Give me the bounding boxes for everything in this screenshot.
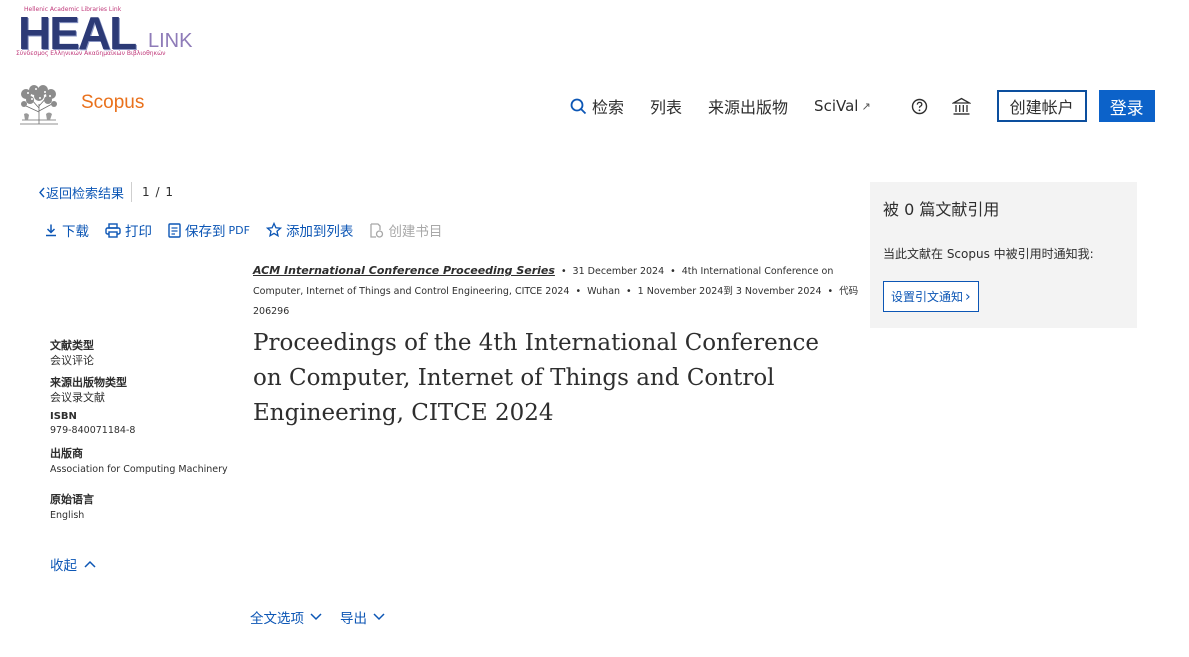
bibliography-icon [370, 222, 384, 238]
save-to-pdf-button[interactable]: 保存到 PDF [168, 220, 250, 240]
collapse-label: 收起 [50, 558, 77, 574]
nav-search-label: 检索 [592, 98, 625, 117]
back-to-results-link[interactable]: 返回检索结果 [38, 183, 124, 202]
elsevier-tree-icon[interactable] [16, 84, 62, 126]
collapse-metadata-button[interactable]: 收起 [50, 554, 96, 574]
cited-by-panel: 被 0 篇文献引用 当此文献在 Scopus 中被引用时通知我: 设置引文通知 … [870, 182, 1137, 328]
nav-search-link[interactable]: 检索 [570, 94, 624, 118]
source-info: ACM International Conference Proceeding … [253, 264, 859, 317]
set-citation-alert-button[interactable]: 设置引文通知 › [883, 281, 979, 312]
citation-alert-text: 当此文献在 Scopus 中被引用时通知我: [883, 247, 1094, 261]
document-actions: 下载 打印 保存到 PDF 添加到列表 创建书目 [44, 220, 458, 240]
print-label: 打印 [125, 224, 152, 240]
create-bibliography-button[interactable]: 创建书目 [369, 220, 442, 240]
chevron-down-icon [310, 613, 322, 621]
export-dropdown[interactable]: 导出 [340, 607, 385, 627]
save-to-pdf-label: 保存到 [185, 224, 226, 240]
download-icon [46, 224, 56, 237]
save-to-pdf-suffix: PDF [228, 223, 250, 237]
save-pdf-icon [168, 222, 181, 238]
download-button[interactable]: 下载 [44, 220, 89, 240]
nav-scival-link[interactable]: SciVal ↗ [814, 97, 871, 115]
document-metadata: 文献类型 会议评论 来源出版物类型 会议录文献 ISBN 979-8400711… [50, 332, 250, 525]
document-title: Proceedings of the 4th International Con… [253, 330, 820, 426]
breadcrumb-divider [131, 182, 133, 202]
source-date-range: 1 November 2024到 3 November 2024 [637, 286, 822, 297]
document-bottom-links: 全文选项 导出 [250, 607, 403, 627]
print-icon [105, 222, 121, 238]
print-button[interactable]: 打印 [105, 220, 152, 240]
nav-scival-label: SciVal [814, 97, 859, 115]
result-pager: 1 / 1 [142, 185, 174, 199]
external-link-icon: ↗ [861, 99, 871, 113]
source-type-label: 来源出版物类型 [50, 376, 127, 389]
institution-button[interactable] [951, 95, 973, 117]
help-circle-icon [911, 98, 928, 114]
chevron-right-icon: › [965, 288, 971, 305]
top-nav: 检索 列表 来源出版物 SciVal ↗ 创建帐户 登录 [570, 90, 1155, 122]
isbn-label: ISBN [50, 411, 77, 422]
download-label: 下载 [62, 224, 89, 240]
add-to-list-label: 添加到列表 [285, 224, 354, 240]
full-text-options-dropdown[interactable]: 全文选项 [250, 607, 322, 627]
chevron-up-icon [84, 560, 96, 568]
isbn-value: 979-840071184-8 [50, 425, 136, 436]
publisher-label: 出版商 [50, 447, 83, 460]
search-icon [570, 98, 587, 114]
full-text-options-label: 全文选项 [250, 611, 304, 627]
publisher-value: Association for Computing Machinery [50, 464, 228, 475]
source-type-value: 会议录文献 [50, 391, 105, 404]
nav-lists-link[interactable]: 列表 [650, 94, 682, 118]
help-button[interactable] [909, 95, 931, 117]
nav-sources-link[interactable]: 来源出版物 [708, 94, 788, 118]
heal-logo-subtitle: Σύνδεσμος Ελληνικών Ακαδημαϊκών Βιβλιοθη… [16, 50, 166, 57]
doc-type-value: 会议评论 [50, 354, 94, 367]
chevron-down-icon [373, 613, 385, 621]
chevron-left-icon [39, 187, 45, 197]
language-value: English [50, 510, 85, 521]
create-bibliography-label: 创建书目 [388, 224, 443, 240]
source-series-link[interactable]: ACM International Conference Proceeding … [253, 264, 555, 277]
add-to-list-button[interactable]: 添加到列表 [265, 220, 354, 240]
language-label: 原始语言 [50, 493, 94, 506]
heal-link-logo[interactable]: Hellenic Academic Libraries Link HEAL LI… [16, 6, 196, 60]
scopus-brand[interactable]: Scopus [81, 92, 144, 114]
institution-icon [952, 97, 972, 115]
source-location: Wuhan [587, 286, 621, 297]
doc-type-label: 文献类型 [50, 339, 94, 352]
source-date: 31 December 2024 [572, 266, 665, 277]
set-citation-alert-label: 设置引文通知 [891, 290, 964, 304]
login-button[interactable]: 登录 [1098, 90, 1155, 122]
export-label: 导出 [340, 611, 367, 627]
create-account-button[interactable]: 创建帐户 [996, 90, 1087, 122]
cited-by-title: 被 0 篇文献引用 [883, 200, 1000, 219]
back-to-results-label: 返回检索结果 [46, 186, 125, 202]
breadcrumb: 返回检索结果 1 / 1 [38, 182, 174, 202]
star-icon [265, 222, 282, 238]
